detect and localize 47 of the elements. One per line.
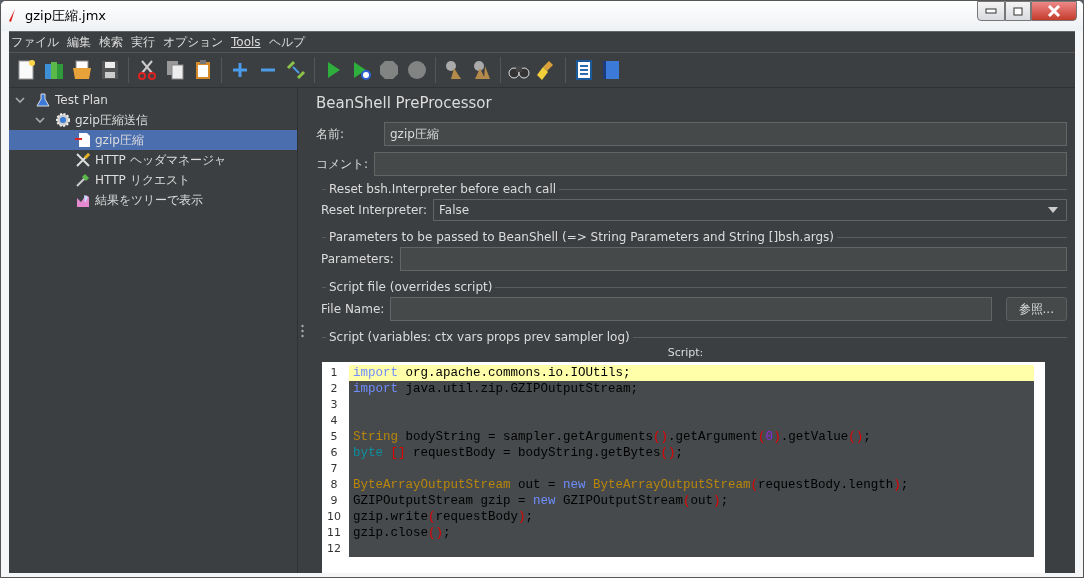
field-label: コメント: [316, 155, 369, 173]
minimize-button[interactable] [977, 1, 1005, 21]
feather-icon [7, 8, 17, 24]
tree-item[interactable]: gzip圧縮 [9, 130, 297, 150]
tree-item[interactable]: gzip圧縮送信 [9, 110, 297, 130]
editor-caption: Script: [666, 346, 705, 360]
document-icon [75, 132, 91, 148]
field-label: Parameters: [321, 252, 394, 266]
menu-item[interactable]: 実行 [131, 33, 155, 51]
comment-field[interactable] [374, 152, 1067, 176]
section-title: Script (variables: ctx vars props prev sampler log) [329, 330, 630, 344]
name-field[interactable]: gzip圧縮 [384, 122, 1067, 146]
tree-item[interactable]: HTTP ヘッダマネージャ [9, 150, 297, 170]
section-title: Script file (overrides script) [329, 280, 493, 294]
browse-button[interactable]: 参照... [1005, 297, 1067, 321]
field-label: Reset Interpreter: [321, 203, 428, 217]
field-label: 名前: [316, 125, 346, 143]
field-label: File Name: [321, 302, 385, 316]
flask-icon [35, 92, 51, 108]
parameters-field[interactable] [399, 247, 1067, 271]
menu-item[interactable]: 編集 [67, 33, 91, 51]
close-button[interactable] [1031, 1, 1077, 21]
tree-item[interactable]: HTTP リクエスト [9, 170, 297, 190]
split-handle-icon[interactable] [300, 323, 304, 338]
dropper-icon [75, 172, 91, 188]
minimize-icon [985, 8, 997, 14]
caret-icon [1048, 207, 1058, 213]
section-title: Reset bsh.Interpreter before each call [329, 182, 557, 196]
reset-dropdown[interactable]: False [433, 199, 1067, 221]
tools-icon [75, 152, 91, 168]
window-title: gzip圧縮.jmx [25, 7, 108, 25]
maximize-icon [1013, 6, 1023, 16]
file-name-field[interactable] [390, 297, 992, 321]
tree-item[interactable]: 結果をツリーで表示 [9, 190, 297, 210]
menu-item[interactable]: ヘルプ [268, 33, 305, 51]
close-icon [1047, 5, 1061, 17]
gear-icon [55, 112, 71, 128]
chart-icon [75, 192, 91, 208]
script-editor[interactable] [322, 362, 1045, 573]
maximize-button[interactable] [1005, 1, 1031, 21]
menu-item[interactable]: 検索 [99, 33, 123, 51]
menu-item[interactable]: オプション [163, 33, 223, 51]
tree-item[interactable]: Test Plan [9, 90, 297, 110]
menu-item[interactable]: ファイル [11, 33, 59, 51]
section-title: Parameters to be passed to BeanShell (=> String Parameters and String []bsh.args) [329, 230, 834, 244]
panel-title: BeanShell PreProcessor [316, 94, 493, 114]
menu-item[interactable]: Tools [231, 35, 261, 49]
